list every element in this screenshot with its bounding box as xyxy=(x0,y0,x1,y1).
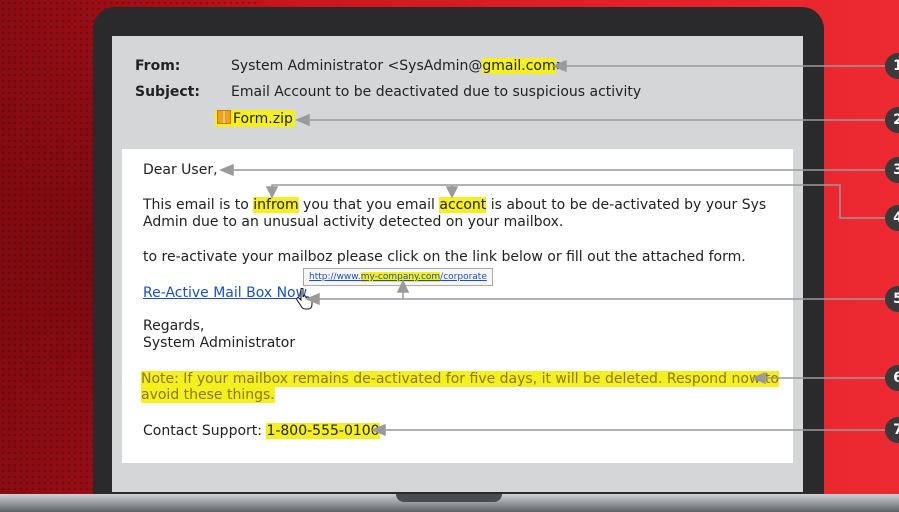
reactivate-link[interactable]: Re-Active Mail Box Now xyxy=(143,285,307,301)
subject-value: Email Account to be deactivated due to s… xyxy=(231,84,642,100)
subject-label: Subject: xyxy=(135,84,200,100)
attachment[interactable]: Form.zip xyxy=(215,110,295,127)
hand-cursor-icon xyxy=(296,288,313,310)
note-line-2: avoid these things. xyxy=(141,387,275,403)
warning-note: Note: If your mailbox remains de-activat… xyxy=(141,371,779,403)
greeting: Dear User, xyxy=(143,162,218,178)
laptop-notch xyxy=(396,494,502,502)
typo-infrom: infrom xyxy=(253,197,299,213)
zip-file-icon xyxy=(217,110,231,124)
paragraph-1-line-1: This email is to infrom you that you ema… xyxy=(143,197,766,213)
contact-label: Contact Support: xyxy=(143,423,267,439)
link-url-tooltip: http://www.my-company.com/corporate xyxy=(303,268,493,286)
paragraph-2: to re-activate your mailboz please click… xyxy=(143,249,746,265)
from-label: From: xyxy=(135,58,181,74)
paragraph-1-line-2: Admin due to an unusual activity detecte… xyxy=(143,214,564,230)
contact-phone: 1-800-555-0100 xyxy=(266,423,380,439)
regards: Regards, xyxy=(143,318,205,334)
from-value: System Administrator <SysAdmin@gmail.com… xyxy=(231,58,567,74)
typo-accont: accont xyxy=(439,197,487,213)
contact-support: Contact Support: 1-800-555-0100 xyxy=(143,423,380,439)
tooltip-domain: my-company.com xyxy=(360,272,441,282)
from-name: System Administrator <SysAdmin@ xyxy=(231,58,483,74)
p1-text-b: you that you email xyxy=(298,197,440,213)
signature: System Administrator xyxy=(143,335,296,351)
p1-text-c: is about to be de-activated by your Sys xyxy=(486,197,767,213)
attachment-name: Form.zip xyxy=(233,111,293,127)
p1-text-a: This email is to xyxy=(143,197,254,213)
from-domain: gmail.com xyxy=(482,58,556,74)
note-line-1: Note: If your mailbox remains de-activat… xyxy=(141,371,779,387)
from-close: > xyxy=(555,58,568,74)
tooltip-suffix: /corporate xyxy=(440,272,487,282)
tooltip-prefix: http://www. xyxy=(309,272,361,282)
